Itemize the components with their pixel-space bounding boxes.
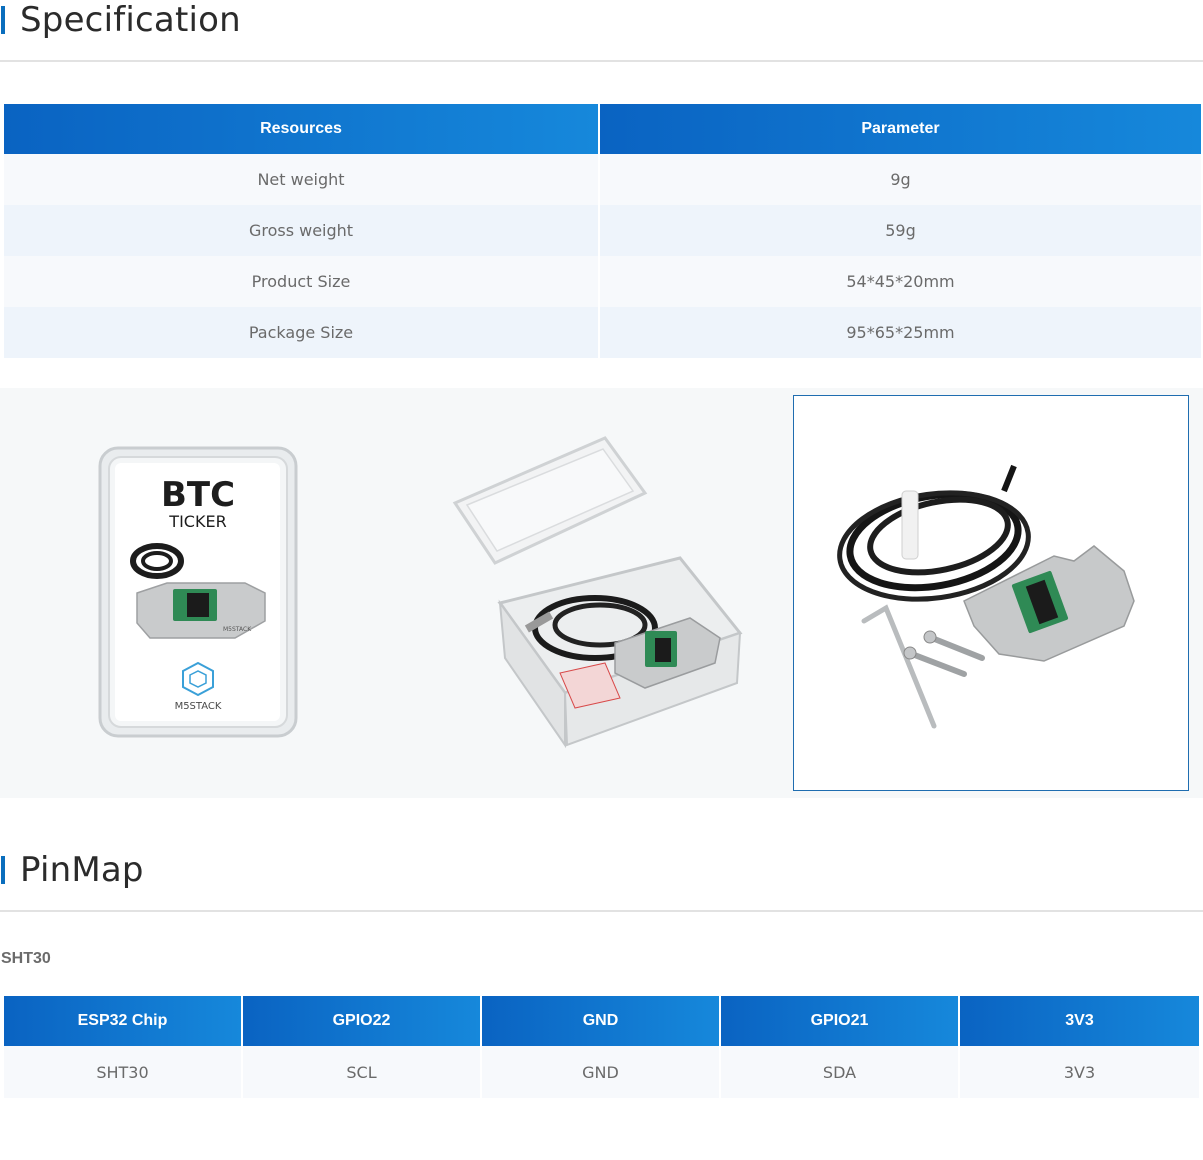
section-title-pinmap: PinMap (20, 850, 144, 890)
section-divider (0, 910, 1203, 912)
photo-kit-contents[interactable] (793, 395, 1189, 791)
table-row: Net weight 9g (4, 154, 1201, 205)
specification-header: Specification (0, 0, 1203, 40)
pinmap-header: PinMap (0, 850, 1203, 890)
pin-cell: GND (482, 1046, 719, 1098)
pin-cell: SCL (243, 1046, 480, 1098)
section-title-specification: Specification (20, 0, 241, 40)
pin-cell: SHT30 (4, 1046, 241, 1098)
specification-table: Resources Parameter Net weight 9g Gross … (2, 104, 1203, 358)
product-gallery: BTC TICKER M5STACK M5STACK (0, 388, 1203, 798)
resource-cell: Gross weight (4, 205, 598, 256)
parameter-cell: 59g (600, 205, 1201, 256)
resource-cell: Net weight (4, 154, 598, 205)
resource-cell: Product Size (4, 256, 598, 307)
table-header-row: ESP32 Chip GPIO22 GND GPIO21 3V3 (4, 996, 1199, 1046)
table-row: SHT30 SCL GND SDA 3V3 (4, 1046, 1199, 1098)
photo-packaged-box[interactable]: BTC TICKER M5STACK M5STACK (95, 443, 305, 743)
column-header: GPIO21 (721, 996, 958, 1046)
pin-cell: 3V3 (960, 1046, 1199, 1098)
table-row: Package Size 95*65*25mm (4, 307, 1201, 358)
pinmap-table: ESP32 Chip GPIO22 GND GPIO21 3V3 SHT30 S… (2, 996, 1201, 1098)
card-subtitle: TICKER (168, 512, 226, 531)
section-accent-bar (1, 856, 5, 884)
table-row: Gross weight 59g (4, 205, 1201, 256)
table-row: Product Size 54*45*20mm (4, 256, 1201, 307)
card-title: BTC (161, 475, 235, 515)
parameter-cell: 54*45*20mm (600, 256, 1201, 307)
column-header-resources: Resources (4, 104, 598, 154)
section-accent-bar (1, 6, 5, 34)
parameter-cell: 9g (600, 154, 1201, 205)
parameter-cell: 95*65*25mm (600, 307, 1201, 358)
resource-cell: Package Size (4, 307, 598, 358)
column-header-parameter: Parameter (600, 104, 1201, 154)
card-brand: M5STACK (175, 701, 222, 712)
pin-cell: SDA (721, 1046, 958, 1098)
pinmap-subtitle: SHT30 (1, 950, 51, 967)
table-header-row: Resources Parameter (4, 104, 1201, 154)
kit-contents-illustration (837, 464, 1135, 729)
column-header: ESP32 Chip (4, 996, 241, 1046)
stand-brand-text: M5STACK (223, 626, 252, 633)
column-header: GND (482, 996, 719, 1046)
section-divider (0, 60, 1203, 62)
column-header: 3V3 (960, 996, 1199, 1046)
photo-open-box[interactable] (445, 433, 745, 753)
column-header: GPIO22 (243, 996, 480, 1046)
